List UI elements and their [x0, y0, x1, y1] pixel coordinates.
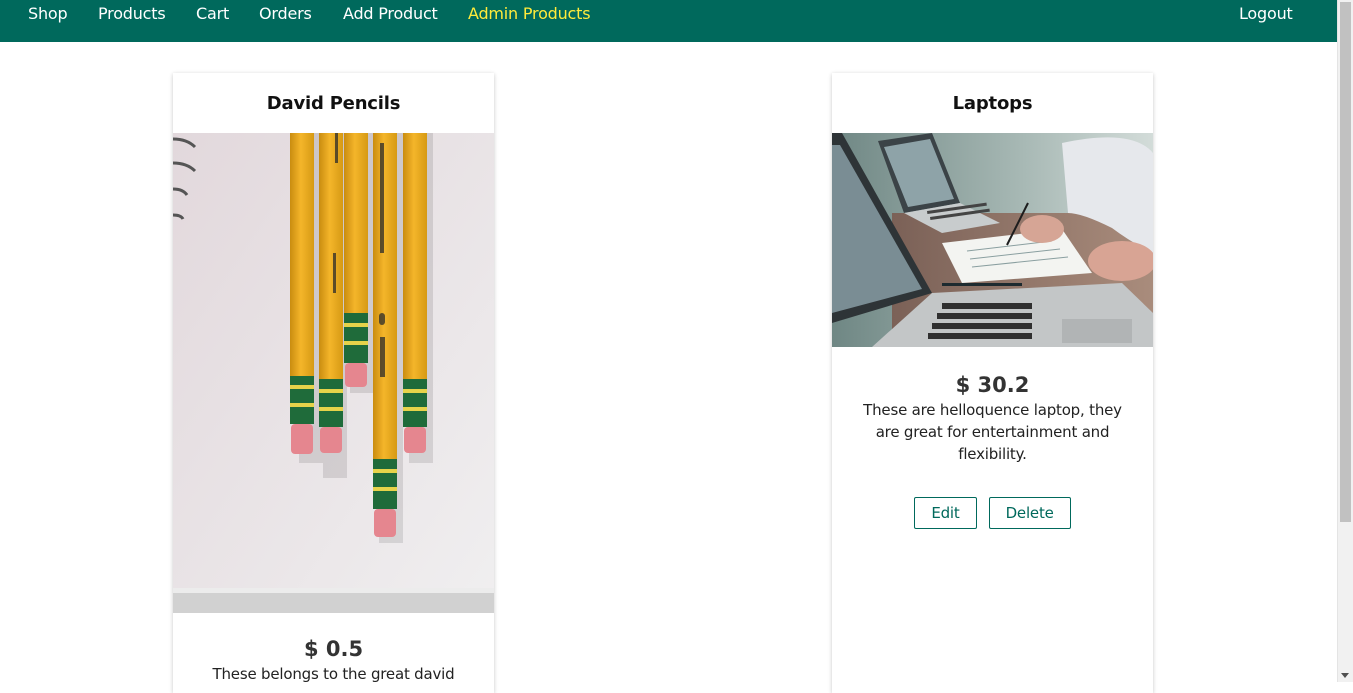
- nav-add-product-link[interactable]: Add Product: [343, 4, 438, 23]
- scroll-down-arrow-icon[interactable]: [1341, 673, 1349, 678]
- nav-logout-link[interactable]: Logout: [1239, 4, 1293, 23]
- nav-orders-link[interactable]: Orders: [259, 4, 312, 23]
- product-description: These are helloquence laptop, they are g…: [863, 401, 1122, 463]
- product-title: David Pencils: [266, 93, 401, 114]
- edit-button[interactable]: Edit: [914, 497, 977, 529]
- product-image-pencils: [173, 133, 494, 613]
- vertical-scrollbar[interactable]: [1337, 0, 1353, 682]
- product-image-laptops: [832, 133, 1153, 347]
- nav-products-link[interactable]: Products: [98, 4, 166, 23]
- scrollbar-thumb[interactable]: [1340, 2, 1351, 522]
- product-title: Laptops: [952, 93, 1033, 114]
- main-header: Shop Products Cart Orders Add Product Ad…: [0, 0, 1337, 42]
- product-price: $ 0.5: [303, 637, 364, 661]
- delete-button[interactable]: Delete: [988, 497, 1071, 529]
- product-card-laptops: Laptops $ 30.2 These are helloquence lap…: [832, 73, 1153, 693]
- product-price: $ 30.2: [955, 373, 1030, 397]
- product-card-pencils: David Pencils $ 0.5 These belongs to the…: [173, 73, 494, 693]
- nav-cart-link[interactable]: Cart: [196, 4, 229, 23]
- nav-shop-link[interactable]: Shop: [28, 4, 68, 23]
- product-actions: Edit Delete: [832, 497, 1153, 529]
- nav-admin-products-link[interactable]: Admin Products: [468, 4, 591, 23]
